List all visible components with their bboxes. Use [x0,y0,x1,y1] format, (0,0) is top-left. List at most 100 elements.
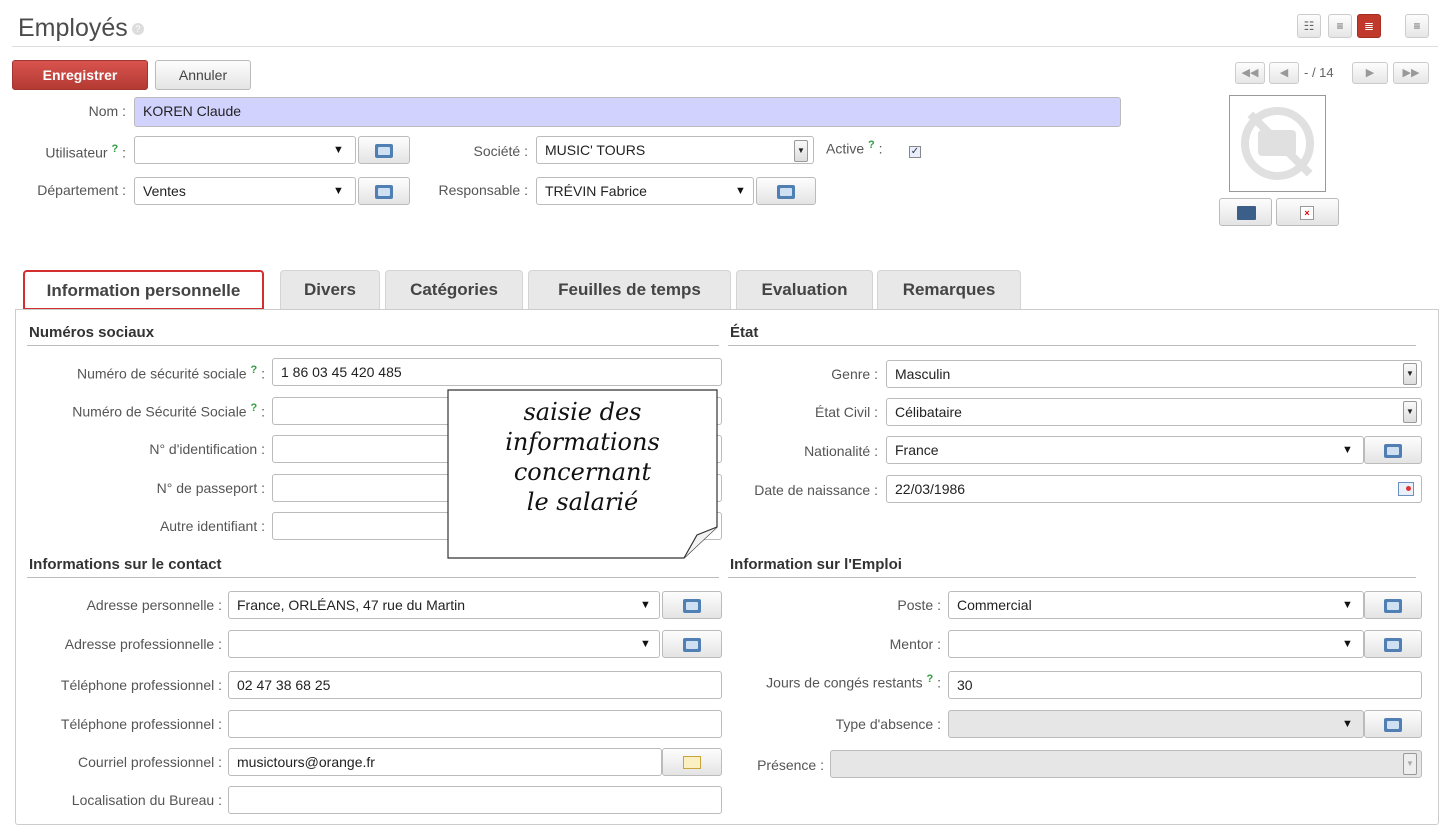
email-input[interactable]: musictours@orange.fr [228,748,662,776]
chevron-down-icon[interactable]: ▼ [1342,444,1353,456]
status-section-title: État [730,324,759,341]
tab-evaluation[interactable]: Evaluation [736,270,873,310]
open-record-icon [375,185,393,199]
kanban-view-icon[interactable]: ☷ [1297,14,1321,38]
next-record-button[interactable]: ▶ [1352,62,1388,84]
section-divider [728,577,1416,578]
office-location-input[interactable] [228,786,722,814]
tab-misc[interactable]: Divers [280,270,380,310]
help-icon[interactable]: ? [131,23,144,36]
office-location-label: Localisation du Bureau : [71,792,222,808]
first-record-button[interactable]: ◀◀ [1235,62,1265,84]
tab-personal-info[interactable]: Information personnelle [23,270,264,310]
gender-label: Genre : [831,366,878,382]
previous-record-button[interactable]: ◀ [1269,62,1299,84]
name-label: Nom : [88,103,126,119]
chevron-down-icon[interactable]: ▼ [735,185,746,197]
department-open-button[interactable] [358,177,410,205]
send-email-button[interactable] [662,748,722,776]
position-label: Poste : [897,597,941,613]
work-address-open-button[interactable] [662,630,722,658]
envelope-icon [683,756,701,769]
manager-label: Responsable : [438,182,528,198]
form-view-icon[interactable]: ≣ [1357,14,1381,38]
birthdate-input[interactable]: 22/03/1986 [886,475,1422,503]
chevron-down-icon[interactable]: ▼ [1342,638,1353,650]
chevron-down-icon[interactable]: ▼ [1342,599,1353,611]
leave-type-label: Type d'absence : [835,716,941,732]
open-record-icon [777,185,795,199]
nationality-open-button[interactable] [1364,436,1422,464]
mentor-select[interactable] [948,630,1364,658]
open-record-icon [1384,718,1402,732]
leaves-input[interactable]: 30 [948,671,1422,699]
chevron-down-icon[interactable]: ▼ [333,185,344,197]
annotation-callout: saisie des informations concernant le sa… [447,389,718,559]
contact-section-title: Informations sur le contact [29,556,222,573]
mentor-label: Mentor : [889,636,941,652]
leave-type-select[interactable] [948,710,1364,738]
title-divider [12,46,1438,47]
open-record-icon [1384,599,1402,613]
chevron-down-icon[interactable]: ▼ [333,144,344,156]
other-id-label: Autre identifiant : [159,518,265,534]
name-input[interactable]: KOREN Claude [134,97,1121,127]
leaves-label: Jours de congés restants ? : [766,673,941,691]
department-select[interactable]: Ventes [134,177,356,205]
chevron-down-icon[interactable]: ▼ [640,638,651,650]
chevron-down-icon[interactable]: ▼ [1403,401,1417,423]
mobile-phone-label: Téléphone professionnel : [60,716,222,732]
page-title-text: Employés [18,14,128,42]
marital-select[interactable]: Célibataire [886,398,1422,426]
nationality-select[interactable]: France [886,436,1364,464]
delete-icon: × [1300,206,1314,220]
clear-photo-button[interactable]: × [1276,198,1339,226]
tab-timesheets[interactable]: Feuilles de temps [528,270,731,310]
email-label: Courriel professionnel : [78,754,222,770]
job-section-title: Information sur l'Emploi [730,556,902,573]
ssn-input[interactable]: 1 86 03 45 420 485 [272,358,722,386]
gender-select[interactable]: Masculin [886,360,1422,388]
chevron-down-icon[interactable]: ▼ [1342,718,1353,730]
id-number-label: N° d'identification : [149,441,265,457]
mobile-phone-input[interactable] [228,710,722,738]
chevron-down-icon[interactable]: ▼ [794,140,808,162]
list-view-icon[interactable]: ≡ [1328,14,1352,38]
tab-categories[interactable]: Catégories [385,270,523,310]
chevron-down-icon[interactable]: ▼ [1403,753,1417,775]
work-phone-input[interactable]: 02 47 38 68 25 [228,671,722,699]
position-open-button[interactable] [1364,591,1422,619]
company-select[interactable]: MUSIC' TOURS [536,136,814,164]
leave-type-open-button[interactable] [1364,710,1422,738]
presence-select[interactable] [830,750,1422,778]
chevron-down-icon[interactable]: ▼ [1403,363,1417,385]
active-checkbox[interactable]: ✓ [909,146,921,158]
last-record-button[interactable]: ▶▶ [1393,62,1429,84]
position-select[interactable]: Commercial [948,591,1364,619]
section-divider [27,345,719,346]
calendar-icon[interactable] [1398,482,1414,496]
upload-photo-button[interactable] [1219,198,1272,226]
save-button[interactable]: Enregistrer [12,60,148,90]
callout-text: saisie des informations concernant le sa… [505,398,660,516]
work-address-select[interactable] [228,630,660,658]
cancel-button[interactable]: Annuler [155,60,251,90]
tab-notes[interactable]: Remarques [877,270,1021,310]
open-record-icon [683,638,701,652]
employee-photo[interactable] [1229,95,1326,192]
ssn-label: Numéro de sécurité sociale ? : [76,364,265,382]
manager-select[interactable]: TRÉVIN Fabrice [536,177,754,205]
presence-label: Présence : [757,757,824,773]
social-section-title: Numéros sociaux [29,324,155,341]
chevron-down-icon[interactable]: ▼ [640,599,651,611]
home-address-select[interactable]: France, ORLÉANS, 47 rue du Martin [228,591,660,619]
page-title: Employés? [18,14,144,43]
user-open-button[interactable] [358,136,410,164]
work-phone-label: Téléphone professionnel : [60,677,222,693]
manager-open-button[interactable] [756,177,816,205]
calendar-view-icon[interactable]: ≡ [1405,14,1429,38]
home-address-open-button[interactable] [662,591,722,619]
user-select[interactable] [134,136,356,164]
nationality-label: Nationalité : [804,443,878,459]
mentor-open-button[interactable] [1364,630,1422,658]
